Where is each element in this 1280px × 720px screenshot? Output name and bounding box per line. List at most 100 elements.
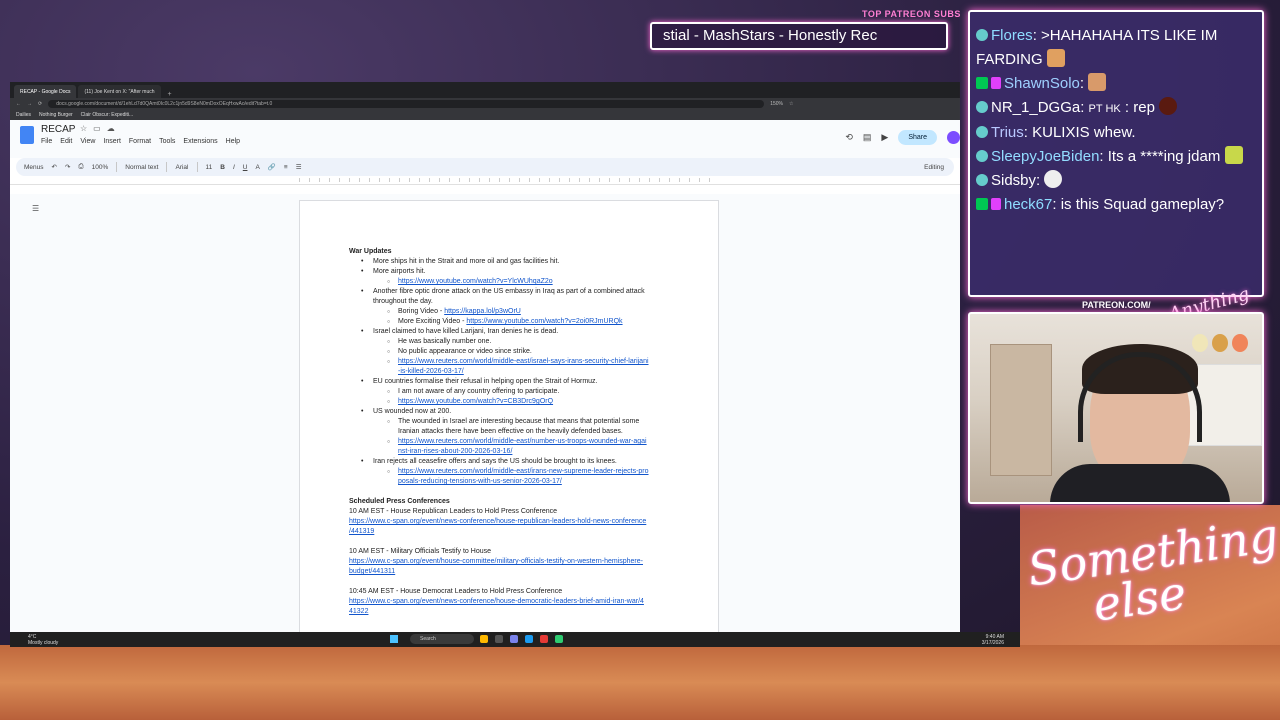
link[interactable]: https://www.c-span.org/event/house-commi… (349, 558, 643, 565)
search-menus-input[interactable]: Menus (24, 164, 44, 171)
chat-username: Trius (991, 124, 1024, 141)
editing-mode-select[interactable]: Editing (924, 164, 944, 171)
chat-username: ShawnSolo (1004, 75, 1080, 92)
new-tab-button[interactable]: + (163, 91, 177, 98)
list-item: I am not aware of any country offering t… (349, 387, 668, 397)
forward-icon[interactable]: → (27, 101, 32, 107)
list-item: https://www.reuters.com/world/middle-eas… (349, 357, 668, 377)
link[interactable]: https://kappa.lol/p3wOrU (444, 308, 521, 315)
menu-extensions[interactable]: Extensions (183, 138, 217, 145)
taskbar-apps (480, 635, 563, 643)
link-icon[interactable]: 🔗 (268, 163, 276, 171)
chat-username: NR_1_DGGa (991, 99, 1081, 116)
discord-icon[interactable] (510, 635, 518, 643)
italic-icon[interactable]: I (233, 164, 235, 171)
weather-desc: Mostly cloudy (28, 639, 59, 646)
cloud-icon[interactable]: ☁ (107, 124, 121, 133)
underline-icon[interactable]: U (243, 164, 248, 171)
list-item: EU countries formalise their refusal in … (349, 377, 668, 387)
zoom-badge[interactable]: 150% (770, 101, 783, 107)
press-conference-item: 10:45 AM EST - House Democrat Leaders to… (349, 588, 563, 595)
comment-icon[interactable]: ▤ (863, 132, 872, 143)
menu-view[interactable]: View (80, 138, 95, 145)
tab-recap[interactable]: RECAP - Google Docs (14, 85, 77, 98)
emote-icon (1046, 49, 1065, 67)
link[interactable]: 41322 (349, 608, 368, 615)
reload-icon[interactable]: ⟳ (38, 101, 42, 107)
url-input[interactable]: docs.google.com/document/d/1ehLd7d0QAmt0… (48, 100, 765, 108)
link[interactable]: https://www.youtube.com/watch?v=YlcWUhqa… (398, 278, 553, 285)
app-icon[interactable] (555, 635, 563, 643)
history-icon[interactable]: ⟲ (845, 132, 853, 143)
chat-text: Its a ****ing jdam (1107, 148, 1221, 165)
undo-icon[interactable]: ↶ (52, 163, 57, 171)
menu-edit[interactable]: Edit (60, 138, 72, 145)
link[interactable]: https://www.reuters.com/world/middle-eas… (398, 358, 649, 365)
share-button[interactable]: Share (898, 130, 937, 145)
divider (166, 162, 168, 172)
link[interactable]: /441319 (349, 528, 374, 535)
menu-insert[interactable]: Insert (103, 138, 121, 145)
back-icon[interactable]: ← (16, 101, 21, 107)
document-canvas: ☰ War Updates More ships hit in the Stra… (10, 194, 960, 640)
link[interactable]: budget/441311 (349, 568, 395, 575)
sub-badge-icon (991, 77, 1001, 89)
link[interactable]: posals-reducing-tensions-with-us-senior-… (398, 478, 562, 485)
sub-badge-icon (991, 198, 1001, 210)
list-item: https://www.youtube.com/watch?v=YlcWUhqa… (349, 277, 668, 287)
bold-icon[interactable]: B (220, 164, 225, 171)
link[interactable]: https://www.c-span.org/event/news-confer… (349, 598, 644, 605)
browser-window: RECAP - Google Docs (11) Joe Kent on X: … (10, 82, 960, 644)
link[interactable]: https://www.reuters.com/world/middle-eas… (398, 468, 649, 475)
plush (1232, 334, 1248, 352)
weather-widget[interactable]: 4°C Mostly cloudy (28, 634, 58, 646)
taskbar-search[interactable]: Search (410, 634, 474, 644)
star-icon[interactable]: ☆ (789, 101, 793, 107)
docs-logo-icon[interactable] (20, 126, 34, 144)
cam-door (990, 344, 1052, 476)
avatar[interactable] (947, 131, 960, 144)
bookmark-clair-obscur[interactable]: Clair Obscur: Expediti... (81, 112, 134, 118)
doc-title[interactable]: RECAP (41, 124, 75, 135)
kick-badge-icon (976, 77, 988, 89)
tab-twitter[interactable]: (11) Joe Kent on X: "After much (78, 85, 161, 98)
title-icons: ☆▭☁ (80, 124, 121, 133)
link[interactable]: nst-iran-rises-about-200-2026-03-16/ (398, 448, 512, 455)
menu-tools[interactable]: Tools (159, 138, 175, 145)
list-item: https://www.reuters.com/world/middle-eas… (349, 437, 668, 457)
windows-start-icon[interactable] (390, 635, 398, 643)
style-select[interactable]: Normal text (125, 164, 158, 171)
menu-help[interactable]: Help (226, 138, 240, 145)
bookmarks-bar: Dailies Nothing Burger Clair Obscur: Exp… (10, 110, 960, 120)
zoom-select[interactable]: 100% (92, 164, 109, 171)
steam-icon[interactable] (525, 635, 533, 643)
system-clock[interactable]: 9:40 AM 3/17/2026 (982, 634, 1004, 646)
align-icon[interactable]: ≡ (284, 164, 288, 171)
star-icon[interactable]: ☆ (80, 124, 93, 133)
link[interactable]: https://www.youtube.com/watch?v=2oi0RJmU… (466, 318, 622, 325)
folder-icon[interactable]: ▭ (93, 124, 107, 133)
menu-format[interactable]: Format (129, 138, 151, 145)
link[interactable]: https://www.reuters.com/world/middle-eas… (398, 438, 647, 445)
font-select[interactable]: Arial (175, 164, 188, 171)
app-icon[interactable] (495, 635, 503, 643)
chrome-icon[interactable] (540, 635, 548, 643)
bookmark-dailies[interactable]: Dailies (16, 112, 31, 118)
print-icon[interactable]: ⎙ (78, 163, 83, 171)
explorer-icon[interactable] (480, 635, 488, 643)
list-text: Iranian attacks there have been effectiv… (398, 428, 623, 435)
menu-file[interactable]: File (41, 138, 52, 145)
link[interactable]: -is-killed-2026-03-17/ (398, 368, 464, 375)
link[interactable]: https://www.c-span.org/event/news-confer… (349, 518, 646, 525)
font-size-input[interactable]: 11 (206, 164, 213, 171)
bookmark-nothing-burger[interactable]: Nothing Burger (39, 112, 73, 118)
bullet-list-icon[interactable]: ☰ (296, 163, 302, 171)
video-icon[interactable]: ▶ (881, 132, 888, 143)
sub-ticker: stial - MashStars - Honestly Rec (650, 22, 948, 50)
link[interactable]: https://www.youtube.com/watch?v=CB3Drc9g… (398, 398, 553, 405)
redo-icon[interactable]: ↷ (65, 163, 70, 171)
outline-icon[interactable]: ☰ (32, 204, 39, 213)
document-page[interactable]: War Updates More ships hit in the Strait… (299, 200, 719, 640)
text-color-icon[interactable]: A (255, 164, 259, 171)
